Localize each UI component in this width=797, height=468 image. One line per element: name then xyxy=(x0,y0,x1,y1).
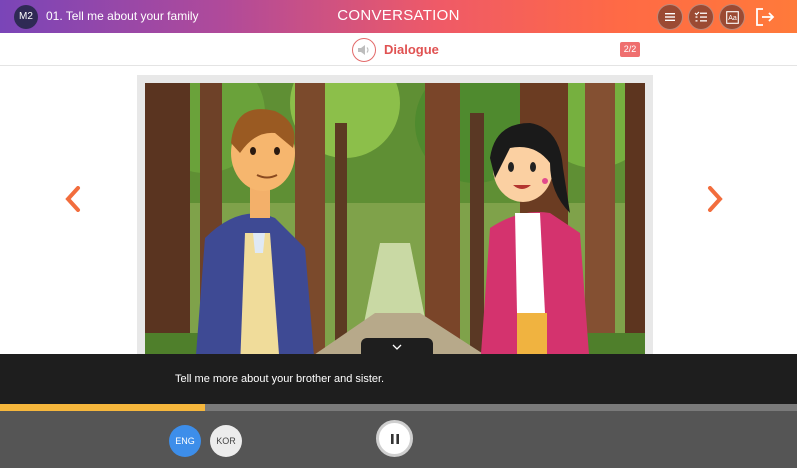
speaker-icon xyxy=(358,45,369,55)
caption-bar xyxy=(0,354,797,404)
caption-text: Tell me more about your brother and sist… xyxy=(175,373,385,385)
forest-illustration xyxy=(145,83,645,368)
kor-button[interactable]: KOR xyxy=(210,425,242,457)
next-button[interactable] xyxy=(705,185,725,213)
top-bar: M2 01. Tell me about your family CONVERS… xyxy=(0,0,797,33)
progress-fill xyxy=(0,404,205,411)
pause-icon xyxy=(390,433,399,444)
checklist-icon xyxy=(694,11,707,22)
page-indicator: 2/2 xyxy=(620,42,640,57)
progress-bar[interactable] xyxy=(0,404,797,411)
font-size-icon: Aa xyxy=(725,10,739,24)
chevron-right-icon xyxy=(708,186,723,212)
previous-button[interactable] xyxy=(63,185,83,213)
exit-button[interactable] xyxy=(753,5,777,29)
menu-icon xyxy=(665,13,675,21)
speaker-button[interactable] xyxy=(352,38,376,62)
eng-button[interactable]: ENG xyxy=(169,425,201,457)
dialogue-scene xyxy=(145,83,645,368)
chevron-left-icon xyxy=(65,186,80,212)
pause-button[interactable] xyxy=(376,420,413,457)
exit-icon xyxy=(756,8,775,26)
checklist-button[interactable] xyxy=(688,4,714,30)
menu-button[interactable] xyxy=(657,4,683,30)
font-size-button[interactable]: Aa xyxy=(719,4,745,30)
chevron-down-icon xyxy=(392,344,402,350)
svg-text:Aa: Aa xyxy=(728,15,737,22)
caption-toggle-button[interactable] xyxy=(361,338,433,355)
dialogue-title: Dialogue xyxy=(384,42,439,57)
conversation-app: M2 01. Tell me about your family CONVERS… xyxy=(0,0,797,468)
